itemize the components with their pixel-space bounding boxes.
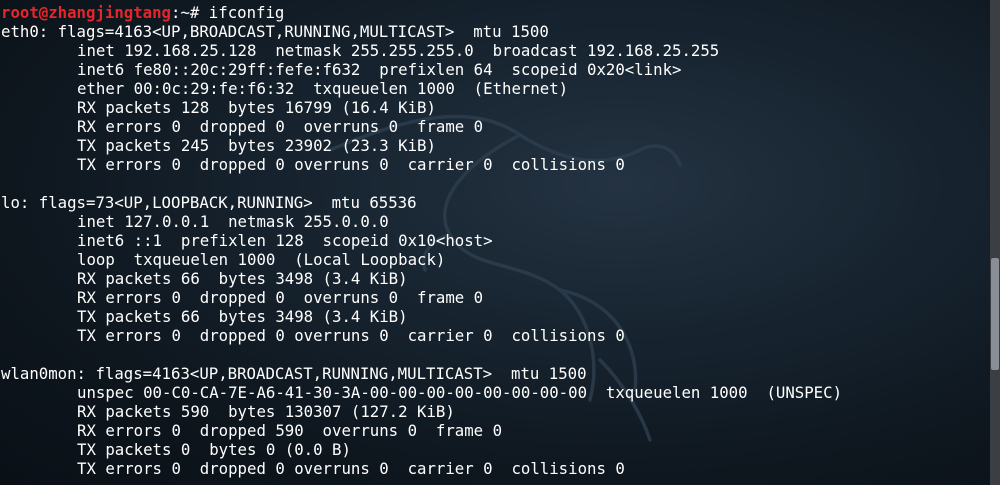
scrollbar[interactable] bbox=[990, 0, 1000, 485]
prompt-user-host: root@zhangjingtang bbox=[1, 3, 172, 22]
output-line: TX errors 0 dropped 0 overruns 0 carrier… bbox=[77, 155, 625, 174]
output-line: unspec 00-C0-CA-7E-A6-41-30-3A-00-00-00-… bbox=[77, 383, 843, 402]
output-line: TX errors 0 dropped 0 overruns 0 carrier… bbox=[77, 459, 625, 478]
command-text: ifconfig bbox=[199, 3, 285, 22]
output-line: TX packets 0 bytes 0 (0.0 B) bbox=[77, 440, 351, 459]
prompt-path: :~# bbox=[171, 3, 200, 22]
output-line: RX errors 0 dropped 0 overruns 0 frame 0 bbox=[77, 288, 484, 307]
output-line: RX packets 66 bytes 3498 (3.4 KiB) bbox=[77, 269, 408, 288]
output-line: inet6 ::1 prefixlen 128 scopeid 0x10<hos… bbox=[77, 231, 493, 250]
interface-header-wlan0mon: wlan0mon: flags=4163<UP,BROADCAST,RUNNIN… bbox=[1, 364, 587, 383]
output-line: TX errors 0 dropped 0 overruns 0 carrier… bbox=[77, 326, 625, 345]
output-line: ether 00:0c:29:fe:f6:32 txqueuelen 1000 … bbox=[77, 79, 569, 98]
scrollbar-thumb[interactable] bbox=[991, 258, 999, 370]
interface-header-lo: lo: flags=73<UP,LOOPBACK,RUNNING> mtu 65… bbox=[1, 193, 417, 212]
output-line: inet6 fe80::20c:29ff:fefe:f632 prefixlen… bbox=[77, 60, 682, 79]
command-line: root@zhangjingtang:~# ifconfig bbox=[1, 3, 990, 22]
output-line: RX packets 590 bytes 130307 (127.2 KiB) bbox=[77, 402, 455, 421]
output-line: RX packets 128 bytes 16799 (16.4 KiB) bbox=[77, 98, 436, 117]
interface-header-eth0: eth0: flags=4163<UP,BROADCAST,RUNNING,MU… bbox=[1, 22, 549, 41]
output-line: inet 127.0.0.1 netmask 255.0.0.0 bbox=[77, 212, 389, 231]
output-line: RX errors 0 dropped 0 overruns 0 frame 0 bbox=[77, 117, 484, 136]
output-line: TX packets 66 bytes 3498 (3.4 KiB) bbox=[77, 307, 408, 326]
output-line: RX errors 0 dropped 590 overruns 0 frame… bbox=[77, 421, 503, 440]
output-line: loop txqueuelen 1000 (Local Loopback) bbox=[77, 250, 446, 269]
output-line: TX packets 245 bytes 23902 (23.3 KiB) bbox=[77, 136, 436, 155]
terminal-output[interactable]: root@zhangjingtang:~# ifconfig eth0: fla… bbox=[0, 0, 990, 485]
output-line: inet 192.168.25.128 netmask 255.255.255.… bbox=[77, 41, 720, 60]
